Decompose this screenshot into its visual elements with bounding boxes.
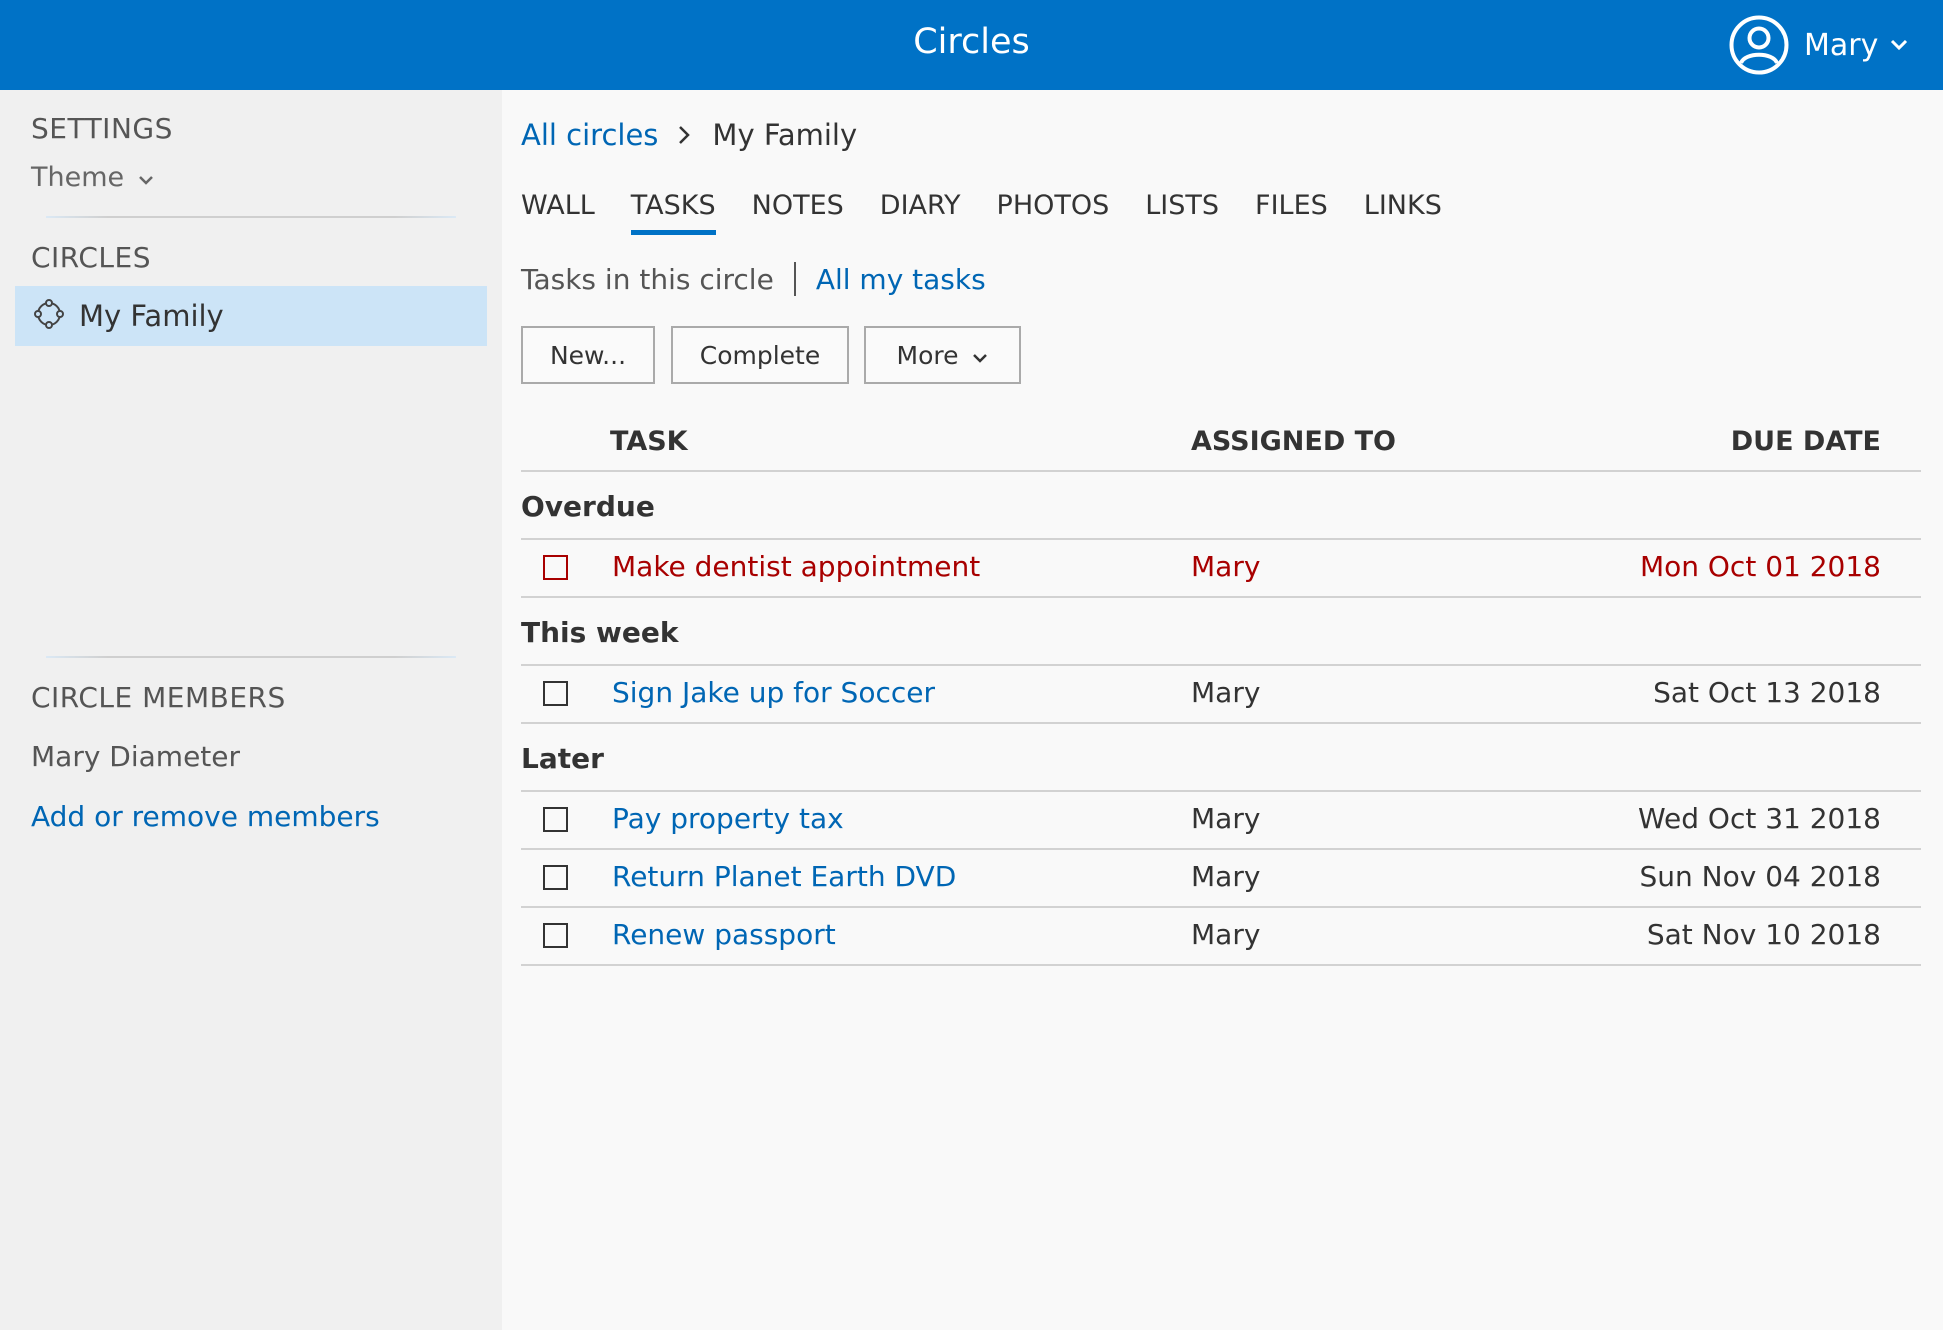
more-label: More	[896, 340, 959, 370]
table-row: Renew passport Mary Sat Nov 10 2018	[521, 908, 1921, 966]
task-title-link[interactable]: Pay property tax	[612, 802, 844, 835]
tab-links[interactable]: LINKS	[1364, 190, 1442, 235]
tab-photos[interactable]: PHOTOS	[997, 190, 1110, 235]
task-checkbox[interactable]	[543, 681, 568, 706]
theme-dropdown[interactable]: Theme	[31, 162, 154, 193]
app-title: Circles	[913, 22, 1030, 62]
more-button[interactable]: More	[864, 326, 1021, 384]
scope-current-label: Tasks in this circle	[521, 262, 774, 296]
breadcrumb-current: My Family	[712, 118, 858, 152]
task-assignee: Mary	[1191, 676, 1261, 709]
all-my-tasks-link[interactable]: All my tasks	[816, 263, 986, 296]
tab-notes[interactable]: NOTES	[752, 190, 844, 235]
task-assignee: Mary	[1191, 918, 1261, 951]
tab-tasks[interactable]: TASKS	[630, 190, 716, 235]
sidebar-item-label: My Family	[79, 299, 224, 333]
group-title: Overdue	[521, 490, 655, 523]
task-scope-switch: Tasks in this circle All my tasks	[521, 262, 986, 296]
task-checkbox[interactable]	[543, 555, 568, 580]
breadcrumb-all-circles-link[interactable]: All circles	[521, 118, 658, 152]
scope-divider	[793, 262, 796, 296]
table-row: Return Planet Earth DVD Mary Sun Nov 04 …	[521, 850, 1921, 908]
task-due-date: Sat Oct 13 2018	[1653, 676, 1881, 709]
table-header: TASK ASSIGNED TO DUE DATE	[521, 420, 1921, 472]
circles-heading: CIRCLES	[31, 241, 151, 274]
theme-label: Theme	[31, 162, 125, 193]
add-remove-members-link[interactable]: Add or remove members	[31, 800, 380, 833]
task-due-date: Wed Oct 31 2018	[1637, 802, 1881, 835]
user-name: Mary	[1804, 27, 1879, 63]
tab-bar: WALL TASKS NOTES DIARY PHOTOS LISTS FILE…	[521, 190, 1478, 235]
task-title-link[interactable]: Return Planet Earth DVD	[612, 860, 956, 893]
chevron-down-icon	[958, 341, 988, 370]
task-table: TASK ASSIGNED TO DUE DATE Overdue Make d…	[521, 420, 1921, 966]
sidebar-divider	[46, 216, 456, 218]
task-due-date: Sun Nov 04 2018	[1639, 860, 1882, 893]
task-checkbox[interactable]	[543, 865, 568, 890]
tab-lists[interactable]: LISTS	[1145, 190, 1219, 235]
task-title-link[interactable]: Make dentist appointment	[612, 550, 980, 583]
task-due-date: Sat Nov 10 2018	[1646, 918, 1881, 951]
circle-members-heading: CIRCLE MEMBERS	[31, 681, 286, 714]
group-header: Later	[521, 724, 1921, 792]
table-row: Pay property tax Mary Wed Oct 31 2018	[521, 792, 1921, 850]
task-due-date: Mon Oct 01 2018	[1639, 550, 1881, 583]
circle-nodes-icon	[33, 298, 65, 334]
settings-heading: SETTINGS	[31, 112, 173, 145]
task-title-link[interactable]: Renew passport	[612, 918, 836, 951]
group-header: Overdue	[521, 472, 1921, 540]
chevron-down-icon	[124, 162, 154, 193]
group-title: This week	[521, 616, 679, 649]
task-assignee: Mary	[1191, 860, 1261, 893]
tab-files[interactable]: FILES	[1255, 190, 1328, 235]
tab-wall[interactable]: WALL	[521, 190, 595, 235]
tab-diary[interactable]: DIARY	[880, 190, 961, 235]
task-assignee: Mary	[1191, 802, 1261, 835]
task-assignee: Mary	[1191, 550, 1261, 583]
user-menu-button[interactable]: Mary	[1728, 12, 1908, 78]
task-checkbox[interactable]	[543, 923, 568, 948]
user-avatar-icon	[1728, 14, 1790, 76]
table-row: Sign Jake up for Soccer Mary Sat Oct 13 …	[521, 666, 1921, 724]
sidebar-divider	[46, 656, 456, 658]
column-header-assigned[interactable]: ASSIGNED TO	[1191, 426, 1396, 457]
group-header: This week	[521, 598, 1921, 666]
chevron-down-icon	[1890, 39, 1908, 51]
column-header-due-date[interactable]: DUE DATE	[1731, 426, 1881, 457]
column-header-task[interactable]: TASK	[610, 426, 688, 457]
new-task-button[interactable]: New...	[521, 326, 655, 384]
task-checkbox[interactable]	[543, 807, 568, 832]
group-title: Later	[521, 742, 604, 775]
chevron-right-icon	[678, 125, 691, 145]
sidebar-item-my-family[interactable]: My Family	[15, 286, 487, 346]
complete-button[interactable]: Complete	[671, 326, 849, 384]
task-title-link[interactable]: Sign Jake up for Soccer	[612, 676, 935, 709]
sidebar: SETTINGS Theme CIRCLES My Family CIRCLE …	[0, 90, 502, 1330]
breadcrumb: All circles My Family	[521, 118, 857, 152]
table-row: Make dentist appointment Mary Mon Oct 01…	[521, 540, 1921, 598]
top-bar: Circles Mary	[0, 0, 1943, 90]
member-name: Mary Diameter	[31, 740, 241, 773]
